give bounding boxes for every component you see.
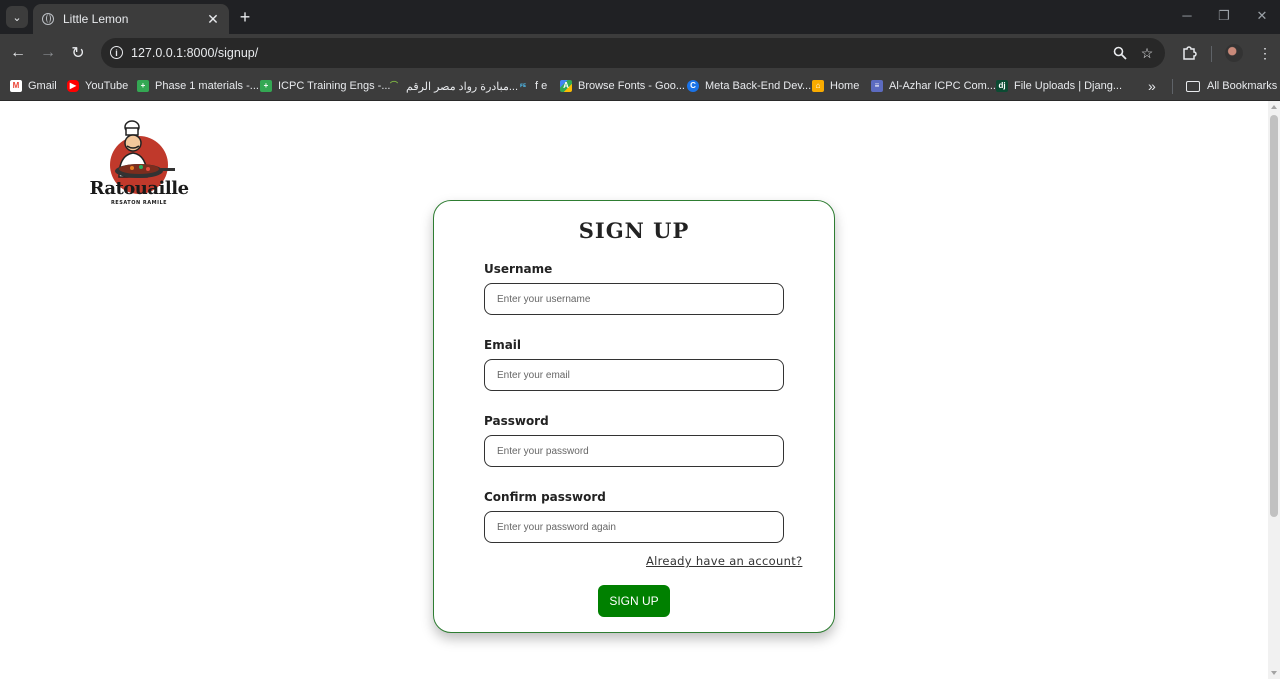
tab-active[interactable]: Little Lemon ✕ bbox=[33, 4, 229, 34]
bookmark-initiative[interactable]: ⌒ مبادرة رواد مصر الرقم... bbox=[388, 77, 518, 95]
bookmark-label: Home bbox=[830, 80, 860, 92]
logo-tagline: RESATON RAMILE bbox=[110, 200, 168, 206]
tab-title: Little Lemon bbox=[63, 12, 129, 26]
logo-wordmark: Ratouaille bbox=[89, 178, 189, 199]
email-label: Email bbox=[484, 338, 522, 352]
bookmark-label: Gmail bbox=[28, 80, 57, 92]
sheets-icon: + bbox=[137, 80, 149, 92]
more-options-icon[interactable]: ⋮ bbox=[1255, 43, 1275, 63]
password-label: Password bbox=[484, 414, 549, 428]
close-tab-icon[interactable]: ✕ bbox=[205, 11, 221, 27]
zoom-icon[interactable] bbox=[1111, 44, 1129, 62]
globe-icon bbox=[42, 13, 54, 25]
minimize-icon[interactable]: ─ bbox=[1177, 8, 1197, 23]
signup-card: SIGN UP Username Email Password Confirm … bbox=[433, 200, 835, 633]
bookmark-label: Meta Back-End Dev... bbox=[705, 80, 812, 92]
gmail-icon: M bbox=[10, 80, 22, 92]
address-bar[interactable]: i 127.0.0.1:8000/signup/ ☆ bbox=[101, 38, 1165, 68]
fe-icon: ꜰᴇ bbox=[520, 83, 526, 89]
home-icon: ⌂ bbox=[812, 80, 824, 92]
bookmark-label: ICPC Training Engs -... bbox=[278, 80, 391, 92]
extensions-icon[interactable] bbox=[1179, 43, 1199, 63]
close-window-icon[interactable]: ✕ bbox=[1252, 8, 1272, 24]
bookmark-label: YouTube bbox=[85, 80, 129, 92]
page-scrollbar[interactable] bbox=[1268, 101, 1280, 679]
url-text[interactable]: 127.0.0.1:8000/signup/ bbox=[131, 46, 258, 60]
bookmark-icpc-training[interactable]: + ICPC Training Engs -... bbox=[260, 77, 391, 95]
bookmark-django-uploads[interactable]: dj File Uploads | Djang... bbox=[996, 77, 1122, 95]
toolbar-divider bbox=[1211, 46, 1212, 62]
signup-title: SIGN UP bbox=[578, 218, 690, 243]
bookmarks-bar: M Gmail ▶ YouTube + Phase 1 materials -.… bbox=[0, 72, 1280, 101]
scroll-thumb[interactable] bbox=[1270, 115, 1278, 517]
site-info-icon[interactable]: i bbox=[110, 46, 123, 59]
bookmark-youtube[interactable]: ▶ YouTube bbox=[67, 77, 128, 95]
bookmarks-divider bbox=[1172, 79, 1173, 94]
bookmark-label: File Uploads | Djang... bbox=[1014, 80, 1123, 92]
email-input[interactable] bbox=[484, 359, 784, 391]
tab-search-menu-icon[interactable]: ⌄ bbox=[6, 6, 28, 28]
login-link[interactable]: Already have an account? bbox=[646, 554, 802, 568]
bookmark-label: f e bbox=[535, 80, 548, 92]
bookmark-home[interactable]: ⌂ Home bbox=[812, 77, 859, 95]
scroll-up-icon[interactable] bbox=[1271, 105, 1277, 109]
all-bookmarks[interactable]: All Bookmarks bbox=[1186, 77, 1277, 95]
page-content: Ratouaille RESATON RAMILE SIGN UP Userna… bbox=[0, 101, 1268, 679]
bookmark-label: مبادرة رواد مصر الرقم... bbox=[406, 80, 519, 93]
forward-arrow-icon[interactable]: → bbox=[37, 42, 59, 64]
django-icon: dj bbox=[996, 80, 1008, 92]
bookmark-google-fonts[interactable]: A Browse Fonts - Goo... bbox=[560, 77, 685, 95]
initiative-icon: ⌒ bbox=[390, 81, 398, 90]
back-arrow-icon[interactable]: ← bbox=[7, 42, 29, 64]
password-input[interactable] bbox=[484, 435, 784, 467]
forms-icon: ≡ bbox=[871, 80, 883, 92]
bookmark-phase1[interactable]: + Phase 1 materials -... bbox=[137, 77, 259, 95]
all-bookmarks-label: All Bookmarks bbox=[1207, 80, 1278, 92]
scroll-down-icon[interactable] bbox=[1271, 671, 1277, 675]
confirm-password-input[interactable] bbox=[484, 511, 784, 543]
folder-icon bbox=[1186, 80, 1200, 92]
username-input[interactable] bbox=[484, 283, 784, 315]
youtube-icon: ▶ bbox=[67, 80, 79, 92]
confirm-password-label: Confirm password bbox=[484, 490, 606, 504]
ratatouille-logo[interactable]: Ratouaille RESATON RAMILE bbox=[86, 115, 192, 209]
bookmark-al-azhar[interactable]: ≡ Al-Azhar ICPC Com... bbox=[871, 77, 996, 95]
browser-toolbar: ← → ↻ i 127.0.0.1:8000/signup/ ☆ ⋮ bbox=[0, 34, 1280, 72]
bookmark-label: Al-Azhar ICPC Com... bbox=[889, 80, 996, 92]
more-bookmarks-icon[interactable]: » bbox=[1148, 77, 1156, 95]
new-tab-icon[interactable]: + bbox=[235, 7, 255, 27]
bookmark-label: Phase 1 materials -... bbox=[155, 80, 259, 92]
bookmark-gmail[interactable]: M Gmail bbox=[10, 77, 57, 95]
username-label: Username bbox=[484, 262, 553, 276]
profile-avatar[interactable] bbox=[1225, 44, 1243, 62]
google-fonts-icon: A bbox=[560, 80, 572, 92]
coursera-icon: C bbox=[687, 80, 699, 92]
signup-button[interactable]: SIGN UP bbox=[598, 585, 670, 617]
reload-icon[interactable]: ↻ bbox=[67, 42, 89, 64]
restore-icon[interactable]: ❐ bbox=[1214, 8, 1234, 24]
bookmark-fe[interactable]: ꜰᴇ f e bbox=[517, 77, 547, 95]
sheets-icon: + bbox=[260, 80, 272, 92]
bookmark-star-icon[interactable]: ☆ bbox=[1138, 44, 1156, 62]
bookmark-label: Browse Fonts - Goo... bbox=[578, 80, 685, 92]
bookmark-meta-backend[interactable]: C Meta Back-End Dev... bbox=[687, 77, 811, 95]
tab-strip: ⌄ Little Lemon ✕ + ─ ❐ ✕ bbox=[0, 0, 1280, 34]
